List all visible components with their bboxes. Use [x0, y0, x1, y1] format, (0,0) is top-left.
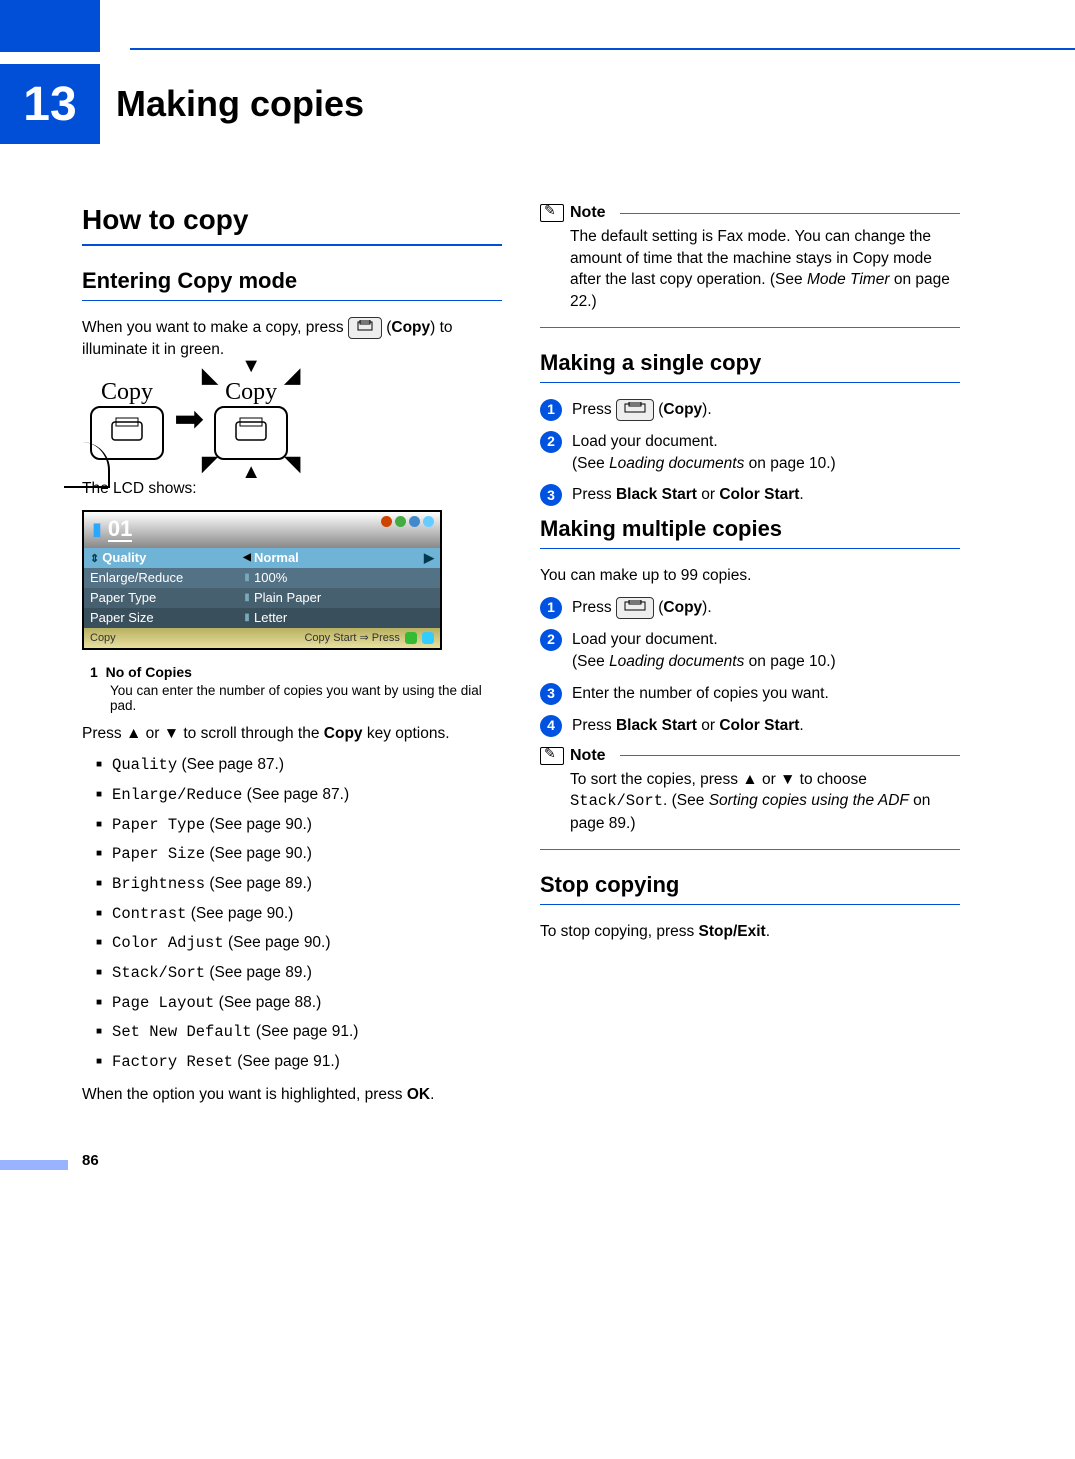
- lcd-row-quality: Quality ◀ Normal ▶: [84, 548, 440, 568]
- copy-key-icon: [348, 317, 382, 339]
- top-accent-bar: [0, 0, 1075, 52]
- right-column: Note The default setting is Fax mode. Yo…: [540, 204, 960, 1112]
- footer-accent: [0, 1160, 68, 1170]
- step-number: 1: [540, 399, 562, 421]
- intro-paragraph: When you want to make a copy, press (Cop…: [82, 317, 502, 361]
- copy-key-icon: [616, 597, 654, 619]
- step-item: 1 Press (Copy).: [540, 597, 960, 619]
- cyan-btn-icon: [422, 632, 434, 644]
- note-icon: [540, 204, 564, 222]
- def-text: You can enter the number of copies you w…: [90, 683, 502, 713]
- list-item: Page Layout (See page 88.): [96, 992, 502, 1015]
- press-ok-paragraph: When the option you want is highlighted,…: [82, 1084, 502, 1106]
- doc-icon: ▮: [92, 519, 102, 540]
- lcd-val: 100%: [254, 570, 434, 585]
- lcd-row-enlarge: Enlarge/Reduce ▮ 100%: [84, 568, 440, 588]
- note-icon: [540, 747, 564, 765]
- lcd-row-papertype: Paper Type ▮ Plain Paper: [84, 588, 440, 608]
- lcd-footer: Copy Copy Start ⇒ Press: [84, 628, 440, 648]
- top-blue-block: [0, 0, 100, 52]
- arrow-icon: ➡: [174, 398, 204, 440]
- list-item: Brightness (See page 89.): [96, 873, 502, 896]
- list-item: Enlarge/Reduce (See page 87.): [96, 784, 502, 807]
- diagram-label-left: Copy: [90, 379, 164, 406]
- intro-bold: Copy: [391, 319, 430, 336]
- note-title: Note: [570, 747, 606, 765]
- lcd-val: Letter: [254, 610, 434, 625]
- steps-single-copy: 1 Press (Copy). 2 Load your document. (S…: [540, 399, 960, 507]
- subsection-multiple-copies: Making multiple copies: [540, 516, 960, 549]
- page-number: 86: [82, 1152, 99, 1169]
- lcd-key: Enlarge/Reduce: [90, 570, 240, 585]
- list-item: Factory Reset (See page 91.): [96, 1051, 502, 1074]
- step-number: 3: [540, 683, 562, 705]
- step-item: 1 Press (Copy).: [540, 399, 960, 421]
- step-number: 2: [540, 431, 562, 453]
- diagram-label-right: Copy: [214, 379, 288, 406]
- step-item: 3 Enter the number of copies you want.: [540, 683, 960, 705]
- step-number: 4: [540, 715, 562, 737]
- copy-mode-diagram: Copy ➡ ▼▲ ◣◢ ◤◥ Copy: [90, 379, 502, 460]
- step-number: 1: [540, 597, 562, 619]
- lcd-row-papersize: Paper Size ▮ Letter: [84, 608, 440, 628]
- lcd-counter: 01: [108, 518, 132, 542]
- top-gap: [100, 0, 130, 52]
- chapter-number: 13: [0, 64, 100, 144]
- status-orbs: [381, 516, 434, 527]
- note-title: Note: [570, 204, 606, 222]
- lcd-intro: The LCD shows:: [82, 478, 502, 500]
- list-item: Set New Default (See page 91.): [96, 1021, 502, 1044]
- def-title: No of Copies: [106, 664, 192, 680]
- lcd-val: Normal: [254, 550, 424, 565]
- green-btn-icon: [405, 632, 417, 644]
- scroll-paragraph: Press ▲ or ▼ to scroll through the Copy …: [82, 723, 502, 745]
- lcd-header: ▮ 01: [84, 512, 440, 548]
- chapter-header: 13 Making copies: [0, 52, 1075, 144]
- lcd-key: Paper Type: [90, 590, 240, 605]
- section-how-to-copy: How to copy: [82, 204, 502, 246]
- lcd-footer-right: Copy Start ⇒ Press: [304, 632, 399, 644]
- def-number: 1: [90, 664, 98, 680]
- note-body: To sort the copies, press ▲ or ▼ to choo…: [540, 765, 960, 839]
- left-column: How to copy Entering Copy mode When you …: [82, 204, 502, 1112]
- callout-definition: 1 No of Copies You can enter the number …: [90, 664, 502, 713]
- step-number: 2: [540, 629, 562, 651]
- top-rule: [130, 0, 1075, 50]
- list-item: Paper Type (See page 90.): [96, 814, 502, 837]
- lcd-panel: ▮ 01 Quality ◀ Normal ▶ Enlarge/Reduce ▮…: [82, 510, 442, 650]
- chapter-title: Making copies: [100, 83, 364, 125]
- step-item: 3 Press Black Start or Color Start.: [540, 484, 960, 506]
- note-body: The default setting is Fax mode. You can…: [540, 222, 960, 317]
- stop-paragraph: To stop copying, press Stop/Exit.: [540, 921, 960, 943]
- steps-multiple-copies: 1 Press (Copy). 2 Load your document. (S…: [540, 597, 960, 737]
- subsection-single-copy: Making a single copy: [540, 350, 960, 383]
- list-item: Paper Size (See page 90.): [96, 843, 502, 866]
- copy-options-list: Quality (See page 87.) Enlarge/Reduce (S…: [82, 754, 502, 1074]
- step-item: 2 Load your document. (See Loading docum…: [540, 431, 960, 474]
- lcd-footer-left: Copy: [90, 632, 116, 644]
- subsection-entering-copy-mode: Entering Copy mode: [82, 268, 502, 301]
- copy-key-icon: [616, 399, 654, 421]
- step-item: 4 Press Black Start or Color Start.: [540, 715, 960, 737]
- step-item: 2 Load your document. (See Loading docum…: [540, 629, 960, 672]
- page-footer: 86: [0, 1152, 1075, 1182]
- subsection-stop-copying: Stop copying: [540, 872, 960, 905]
- copy-key-after: [214, 406, 288, 460]
- list-item: Contrast (See page 90.): [96, 903, 502, 926]
- list-item: Stack/Sort (See page 89.): [96, 962, 502, 985]
- note-default-mode: Note The default setting is Fax mode. Yo…: [540, 204, 960, 328]
- list-item: Quality (See page 87.): [96, 754, 502, 777]
- lcd-key: Paper Size: [90, 610, 240, 625]
- lcd-key: Quality: [90, 550, 240, 565]
- multi-intro: You can make up to 99 copies.: [540, 565, 960, 587]
- intro-pt1: When you want to make a copy, press: [82, 319, 348, 336]
- list-item: Color Adjust (See page 90.): [96, 932, 502, 955]
- lcd-val: Plain Paper: [254, 590, 434, 605]
- note-sort: Note To sort the copies, press ▲ or ▼ to…: [540, 747, 960, 850]
- copy-key-before: [90, 406, 164, 460]
- step-number: 3: [540, 484, 562, 506]
